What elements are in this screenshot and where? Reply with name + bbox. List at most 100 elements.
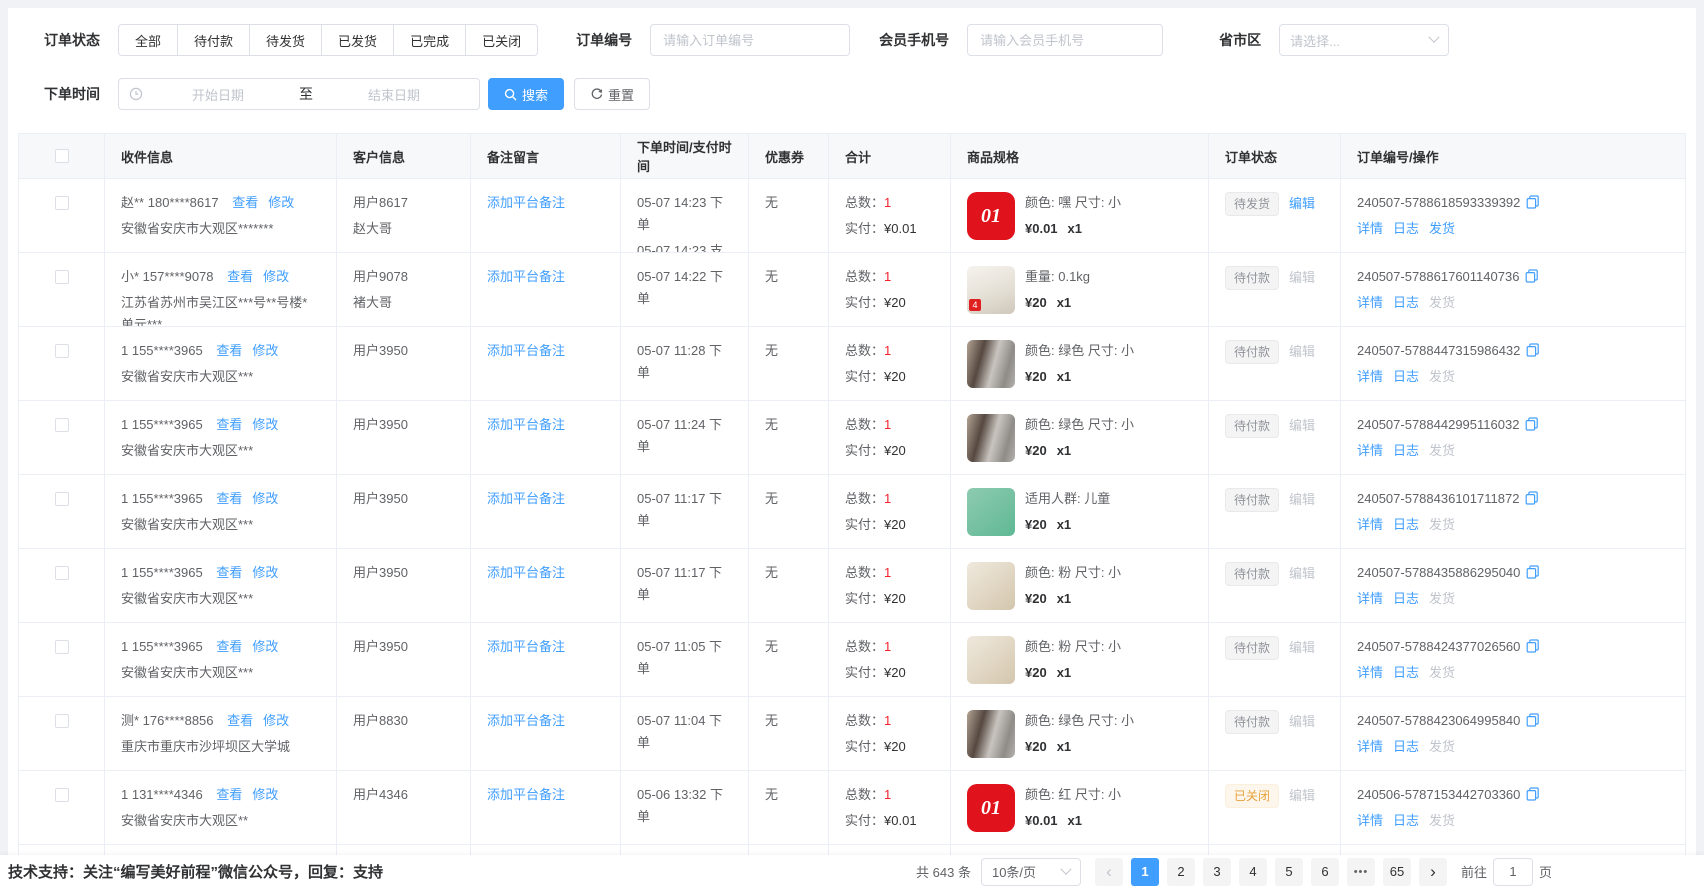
copy-icon[interactable] xyxy=(1526,787,1540,801)
log-link[interactable]: 日志 xyxy=(1393,369,1419,384)
modify-link[interactable]: 修改 xyxy=(252,343,278,358)
modify-link[interactable]: 修改 xyxy=(252,417,278,432)
page-button[interactable]: 2 xyxy=(1167,858,1195,886)
log-link[interactable]: 日志 xyxy=(1393,591,1419,606)
count-label: 总数： xyxy=(845,787,884,802)
product-info: 颜色: 粉 尺寸: 小¥20x1 xyxy=(1025,562,1121,610)
modify-link[interactable]: 修改 xyxy=(268,195,294,210)
next-page-button[interactable]: › xyxy=(1419,858,1447,886)
detail-link[interactable]: 详情 xyxy=(1357,369,1383,384)
remark-link[interactable]: 添加平台备注 xyxy=(487,195,565,210)
row-checkbox[interactable] xyxy=(55,270,69,284)
detail-link[interactable]: 详情 xyxy=(1357,443,1383,458)
remark-link[interactable]: 添加平台备注 xyxy=(487,343,565,358)
modify-link[interactable]: 修改 xyxy=(263,269,289,284)
paid-value: ¥20 xyxy=(884,369,906,384)
prev-page-button[interactable]: ‹ xyxy=(1095,858,1123,886)
modify-link[interactable]: 修改 xyxy=(252,491,278,506)
copy-icon[interactable] xyxy=(1525,491,1539,505)
page-button[interactable]: 5 xyxy=(1275,858,1303,886)
detail-link[interactable]: 详情 xyxy=(1357,665,1383,680)
view-link[interactable]: 查看 xyxy=(232,195,258,210)
copy-icon[interactable] xyxy=(1525,417,1539,431)
copy-icon[interactable] xyxy=(1526,713,1540,727)
log-link[interactable]: 日志 xyxy=(1393,443,1419,458)
edit-link[interactable]: 编辑 xyxy=(1289,196,1315,211)
recipient-cell xyxy=(105,845,337,855)
search-button[interactable]: 搜索 xyxy=(488,78,564,110)
status-tab[interactable]: 待发货 xyxy=(249,24,322,56)
status-cell: 待付款编辑 xyxy=(1209,401,1341,474)
region-select[interactable]: 请选择... xyxy=(1279,24,1449,56)
log-link[interactable]: 日志 xyxy=(1393,517,1419,532)
ellipsis-button[interactable]: ••• xyxy=(1347,858,1375,886)
row-checkbox[interactable] xyxy=(55,196,69,210)
log-link[interactable]: 日志 xyxy=(1393,739,1419,754)
view-link[interactable]: 查看 xyxy=(216,491,242,506)
row-checkbox[interactable] xyxy=(55,640,69,654)
view-link[interactable]: 查看 xyxy=(227,713,253,728)
row-checkbox[interactable] xyxy=(55,492,69,506)
copy-icon[interactable] xyxy=(1525,269,1539,283)
row-checkbox[interactable] xyxy=(55,566,69,580)
status-tab[interactable]: 已发货 xyxy=(321,24,394,56)
copy-icon[interactable] xyxy=(1526,639,1540,653)
log-link[interactable]: 日志 xyxy=(1393,665,1419,680)
modify-link[interactable]: 修改 xyxy=(252,787,278,802)
remark-link[interactable]: 添加平台备注 xyxy=(487,787,565,802)
header-checkbox[interactable] xyxy=(55,149,69,163)
checkbox-cell xyxy=(19,253,105,326)
log-link[interactable]: 日志 xyxy=(1393,295,1419,310)
remark-link[interactable]: 添加平台备注 xyxy=(487,417,565,432)
view-link[interactable]: 查看 xyxy=(216,639,242,654)
modify-link[interactable]: 修改 xyxy=(252,565,278,580)
view-link[interactable]: 查看 xyxy=(216,565,242,580)
page-button[interactable]: 1 xyxy=(1131,858,1159,886)
log-link[interactable]: 日志 xyxy=(1393,813,1419,828)
modify-link[interactable]: 修改 xyxy=(252,639,278,654)
detail-link[interactable]: 详情 xyxy=(1357,295,1383,310)
reset-button[interactable]: 重置 xyxy=(574,78,650,110)
row-checkbox[interactable] xyxy=(55,418,69,432)
modify-link[interactable]: 修改 xyxy=(263,713,289,728)
remark-link[interactable]: 添加平台备注 xyxy=(487,713,565,728)
row-checkbox[interactable] xyxy=(55,714,69,728)
order-ops: 详情日志发货 xyxy=(1357,218,1671,240)
log-link[interactable]: 日志 xyxy=(1393,221,1419,236)
remark-link[interactable]: 添加平台备注 xyxy=(487,565,565,580)
detail-link[interactable]: 详情 xyxy=(1357,517,1383,532)
view-link[interactable]: 查看 xyxy=(227,269,253,284)
copy-icon[interactable] xyxy=(1526,565,1540,579)
remark-link[interactable]: 添加平台备注 xyxy=(487,491,565,506)
page-button[interactable]: 6 xyxy=(1311,858,1339,886)
copy-icon[interactable] xyxy=(1526,343,1540,357)
copy-icon[interactable] xyxy=(1526,195,1540,209)
page-button[interactable]: 3 xyxy=(1203,858,1231,886)
paid-line: 实付：¥0.01 xyxy=(845,218,934,240)
paid-line: 实付：¥20 xyxy=(845,736,934,758)
status-tab[interactable]: 已关闭 xyxy=(465,24,538,56)
status-tab[interactable]: 待付款 xyxy=(177,24,250,56)
view-link[interactable]: 查看 xyxy=(216,417,242,432)
ship-link[interactable]: 发货 xyxy=(1429,221,1455,236)
detail-link[interactable]: 详情 xyxy=(1357,739,1383,754)
view-link[interactable]: 查看 xyxy=(216,787,242,802)
date-range-picker[interactable]: 开始日期 至 结束日期 xyxy=(118,78,480,110)
order-no-input[interactable] xyxy=(650,24,850,56)
view-link[interactable]: 查看 xyxy=(216,343,242,358)
remark-link[interactable]: 添加平台备注 xyxy=(487,639,565,654)
page-size-select[interactable]: 10条/页 xyxy=(981,858,1081,886)
detail-link[interactable]: 详情 xyxy=(1357,221,1383,236)
edit-link: 编辑 xyxy=(1289,418,1315,433)
row-checkbox[interactable] xyxy=(55,788,69,802)
status-tab[interactable]: 已完成 xyxy=(393,24,466,56)
page-button[interactable]: 4 xyxy=(1239,858,1267,886)
remark-link[interactable]: 添加平台备注 xyxy=(487,269,565,284)
phone-input[interactable] xyxy=(967,24,1163,56)
detail-link[interactable]: 详情 xyxy=(1357,591,1383,606)
jump-input[interactable] xyxy=(1493,858,1533,886)
page-button[interactable]: 65 xyxy=(1383,858,1411,886)
row-checkbox[interactable] xyxy=(55,344,69,358)
status-tab[interactable]: 全部 xyxy=(118,24,178,56)
detail-link[interactable]: 详情 xyxy=(1357,813,1383,828)
